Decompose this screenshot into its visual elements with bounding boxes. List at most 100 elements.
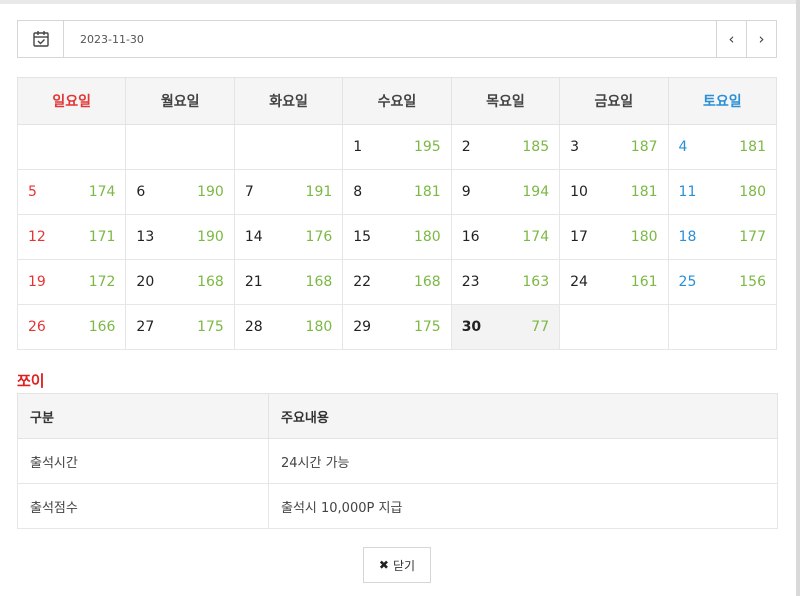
calendar-day-cell: 19 172: [16, 259, 127, 305]
calendar-day-cell: 20 168: [125, 259, 235, 305]
day-cell-content: 21 168: [245, 274, 332, 290]
calendar-day-cell: 13 190: [125, 214, 235, 260]
day-number: 6: [136, 184, 146, 200]
day-number: 15: [353, 229, 372, 245]
chevron-right-icon: ›: [758, 30, 765, 48]
day-number: 12: [28, 229, 46, 245]
calendar-week-row: 5 174 6 190 7 191 8 181 9 194 10 181 11 180: [16, 169, 778, 215]
attendance-count: 177: [739, 229, 766, 245]
calendar-empty-cell: [125, 124, 235, 170]
calendar-day-cell: 3 187: [559, 124, 669, 170]
info-cell-category: 출석점수: [17, 483, 269, 529]
attendance-count: 190: [197, 229, 224, 245]
calendar-day-cell: 9 194: [450, 169, 561, 215]
info-header-category: 구분: [17, 393, 269, 439]
day-number: 30: [461, 319, 482, 335]
calendar-day-cell: 18 177: [667, 214, 778, 260]
calendar-day-cell: 27 175: [125, 304, 235, 350]
day-number: 29: [353, 319, 372, 335]
next-month-button[interactable]: ›: [746, 21, 776, 57]
day-cell-content: 16 174: [462, 229, 549, 245]
calendar-day-cell: 25 156: [667, 259, 778, 305]
prev-month-button[interactable]: ‹: [716, 21, 746, 57]
close-button[interactable]: ✖ 닫기: [363, 547, 431, 583]
info-cell-content: 출석시 10,000P 지급: [268, 483, 778, 529]
attendance-count: 181: [739, 139, 766, 155]
day-cell-content: 4 181: [679, 139, 766, 155]
day-cell-content: 27 175: [136, 319, 223, 335]
attendance-count: 180: [739, 184, 766, 200]
attendance-count: 171: [88, 229, 116, 245]
attendance-count: 161: [630, 274, 658, 290]
day-number: 17: [570, 229, 588, 245]
attendance-count: 181: [630, 184, 658, 200]
day-number: 26: [28, 319, 46, 335]
day-number: 9: [461, 184, 471, 200]
attendance-count: 175: [413, 319, 441, 335]
info-table: 구분 주요내용 출석시간 24시간 가능 출석점수 출석시 10,000P 지급: [17, 393, 778, 529]
day-cell-content: 12 171: [28, 229, 115, 245]
attendance-count: 168: [197, 274, 224, 290]
day-number: 1: [353, 139, 363, 155]
calendar-day-cell: 30 77: [450, 304, 561, 350]
calendar-day-cell: 10 181: [559, 169, 669, 215]
calendar-empty-cell: [16, 124, 127, 170]
day-number: 18: [678, 229, 697, 245]
calendar-day-cell: 6 190: [125, 169, 235, 215]
table-row: 출석점수 출석시 10,000P 지급: [17, 483, 778, 529]
info-header-row: 구분 주요내용: [17, 393, 778, 439]
attendance-count: 163: [522, 274, 550, 290]
calendar-empty-cell: [559, 304, 669, 350]
attendance-calendar: 일요일 월요일 화요일 수요일 목요일 금요일 토요일 1 195 2 185 3 187 4 181 5 1…: [16, 77, 778, 350]
day-number: 27: [136, 319, 155, 335]
window-top-edge: [0, 0, 800, 4]
day-number: 7: [244, 184, 254, 200]
info-header-content: 주요내용: [268, 393, 778, 439]
info-cell-content: 24시간 가능: [268, 438, 778, 484]
section-title: 쪼이: [17, 372, 45, 390]
day-cell-content: 11 180: [679, 184, 766, 200]
day-cell-content: 19 172: [28, 274, 115, 290]
calendar-day-cell: 15 180: [342, 214, 452, 260]
day-number: 20: [136, 274, 155, 290]
weekday-header: 수요일: [342, 77, 452, 125]
close-icon: ✖: [378, 558, 389, 572]
day-cell-content: 22 168: [353, 274, 440, 290]
close-button-label: 닫기: [392, 558, 416, 573]
weekday-header-row: 일요일 월요일 화요일 수요일 목요일 금요일 토요일: [16, 77, 778, 125]
day-cell-content: 9 194: [462, 184, 549, 200]
weekday-header: 일요일: [16, 77, 127, 125]
attendance-count: 180: [305, 319, 333, 335]
calendar-day-cell: 22 168: [342, 259, 452, 305]
day-number: 5: [28, 184, 37, 200]
day-cell-content: 28 180: [245, 319, 332, 335]
calendar-button[interactable]: [18, 21, 64, 57]
date-input[interactable]: 2023-11-30: [64, 21, 716, 57]
calendar-day-cell: 14 176: [233, 214, 344, 260]
attendance-count: 187: [630, 139, 658, 155]
day-number: 23: [461, 274, 480, 290]
attendance-count: 185: [522, 139, 550, 155]
calendar-body: 1 195 2 185 3 187 4 181 5 174 6 190 7 191 8 181 9 194 10 18…: [16, 124, 778, 350]
day-cell-content: 1 195: [353, 139, 440, 155]
attendance-count: 181: [413, 184, 441, 200]
day-number: 22: [353, 274, 372, 290]
calendar-day-cell: 26 166: [16, 304, 127, 350]
calendar-day-cell: 29 175: [342, 304, 452, 350]
attendance-count: 156: [739, 274, 766, 290]
weekday-header: 화요일: [233, 77, 344, 125]
day-cell-content: 5 174: [28, 184, 115, 200]
calendar-day-cell: 1 195: [342, 124, 452, 170]
calendar-week-row: 12 171 13 190 14 176 15 180 16 174 17 180 18 177: [16, 214, 778, 260]
day-number: 16: [461, 229, 480, 245]
day-number: 4: [678, 139, 688, 155]
day-number: 14: [244, 229, 263, 245]
day-cell-content: 14 176: [245, 229, 332, 245]
attendance-count: 174: [522, 229, 550, 245]
calendar-day-cell: 16 174: [450, 214, 561, 260]
calendar-day-cell: 17 180: [559, 214, 669, 260]
day-cell-content: 26 166: [28, 319, 115, 335]
day-cell-content: 6 190: [136, 184, 223, 200]
table-row: 출석시간 24시간 가능: [17, 438, 778, 484]
calendar-day-cell: 23 163: [450, 259, 561, 305]
